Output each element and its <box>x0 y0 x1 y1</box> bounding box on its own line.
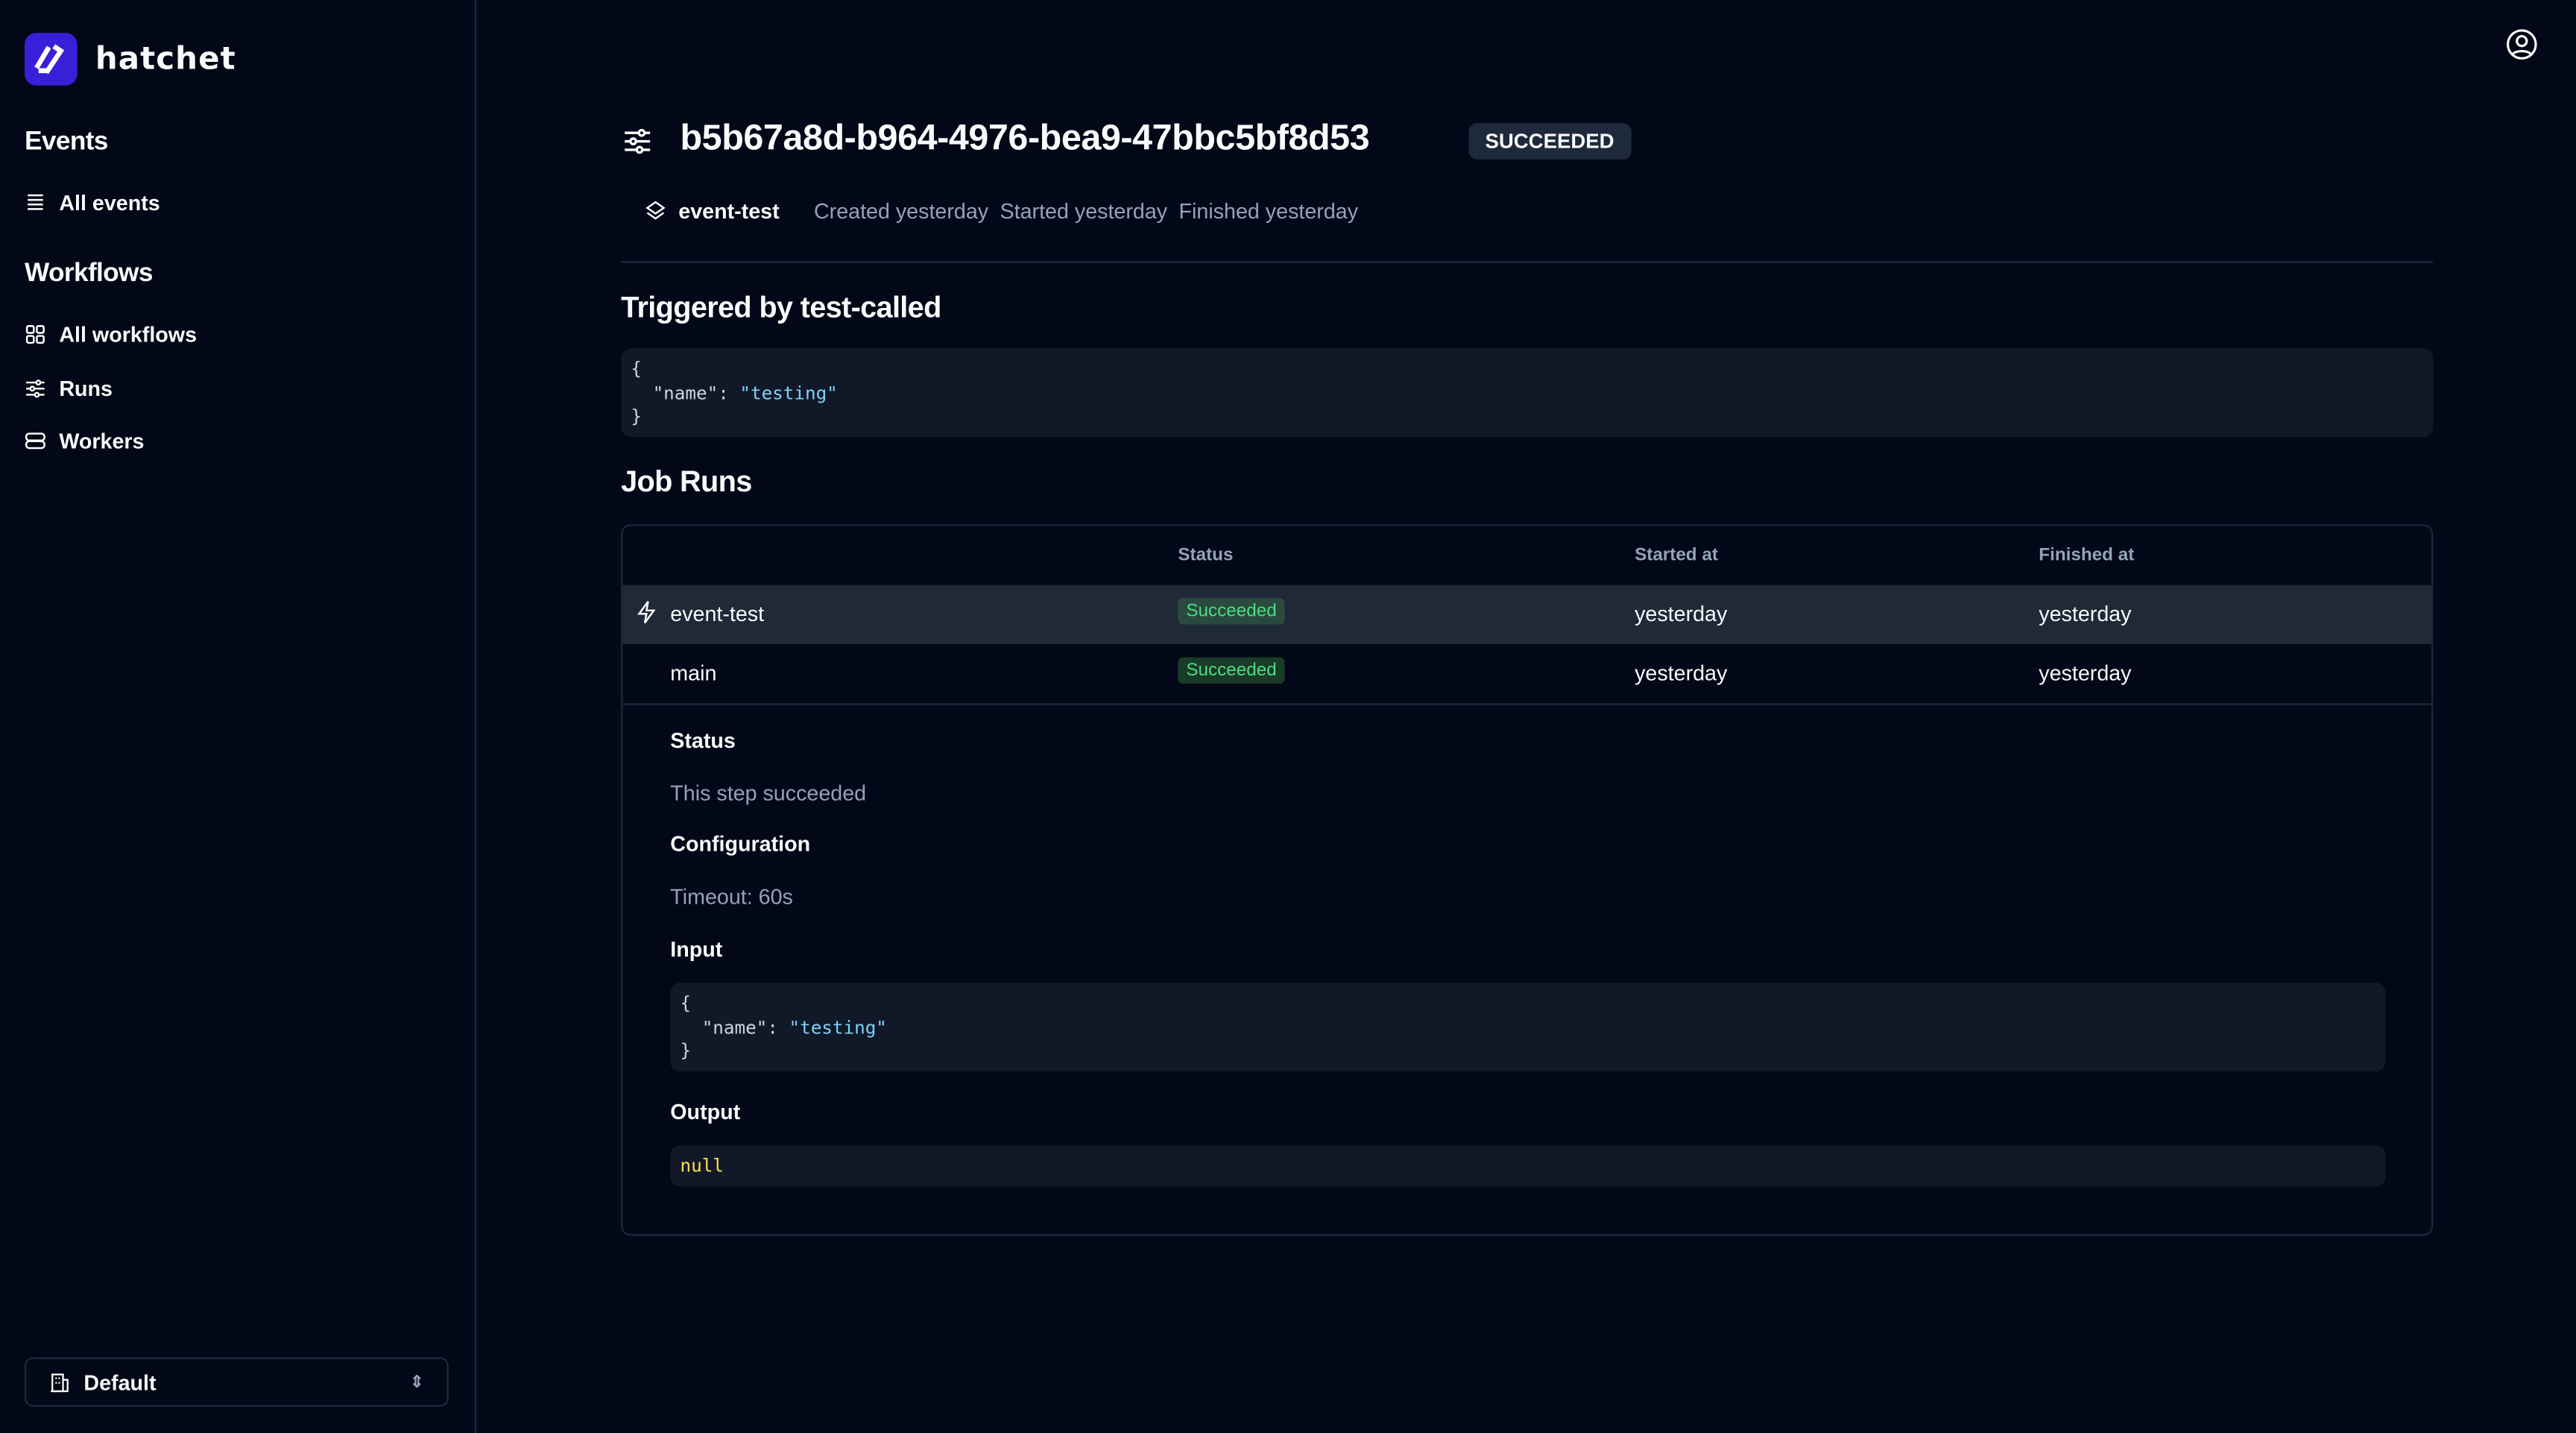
table-row[interactable]: event-test Succeeded yesterday yesterday <box>622 585 2432 645</box>
finished-time: Finished yesterday <box>1178 198 1359 224</box>
sidebar-item-label: Runs <box>59 375 113 400</box>
workflow-link[interactable]: event-test <box>678 199 779 224</box>
sidebar: hatchet Events All events Workflows All … <box>0 0 477 1433</box>
finished-at: yesterday <box>2039 661 2132 686</box>
sliders-icon <box>625 128 651 154</box>
run-meta: event-test Created yesterday Started yes… <box>644 199 1358 224</box>
job-runs-title: Job Runs <box>621 464 752 498</box>
job-name: main <box>670 661 717 686</box>
output-label: Output <box>670 1099 741 1124</box>
started-at: yesterday <box>1635 661 1728 686</box>
divider <box>621 261 2434 263</box>
sidebar-item-all-workflows[interactable]: All workflows <box>25 317 197 350</box>
page-title: b5b67a8d-b964-4976-bea9-47bbc5bf8d53 <box>680 116 1370 158</box>
input-label: Input <box>670 936 723 962</box>
chevrons-up-down-icon: ⇕ <box>410 1373 424 1391</box>
step-status-label: Status <box>670 728 736 753</box>
zap-icon <box>636 599 657 629</box>
hatchet-logo[interactable] <box>25 33 78 86</box>
column-status: Status <box>1178 545 1234 566</box>
sliders-icon <box>26 379 45 397</box>
json-key: "name" <box>652 382 719 404</box>
status-pill: Succeeded <box>1178 657 1285 684</box>
status-badge: SUCCEEDED <box>1468 123 1631 160</box>
started-at: yesterday <box>1635 601 1728 626</box>
list-icon <box>28 193 43 210</box>
sidebar-item-all-events[interactable]: All events <box>25 186 160 218</box>
json-value: "testing" <box>789 1016 887 1038</box>
timeout-text: Timeout: 60s <box>670 884 793 909</box>
sidebar-item-label: All workflows <box>59 321 198 346</box>
server-icon <box>25 432 45 449</box>
table-row[interactable]: main Succeeded yesterday yesterday <box>622 644 2432 705</box>
job-runs-table: Status Started at Finished at event-test… <box>621 524 2434 1236</box>
section-events-title: Events <box>25 127 108 157</box>
sidebar-item-label: Workers <box>59 428 145 453</box>
step-status-text: This step succeeded <box>670 780 867 806</box>
json-key: "name" <box>701 1016 768 1038</box>
trigger-payload: { "name": "testing" } <box>621 348 2434 438</box>
user-account-button[interactable] <box>2505 28 2538 69</box>
input-payload: { "name": "testing" } <box>670 983 2386 1072</box>
section-workflows-title: Workflows <box>25 259 153 288</box>
building-icon <box>51 1373 69 1392</box>
started-time: Started yesterday <box>1000 198 1168 224</box>
finished-at: yesterday <box>2039 601 2132 626</box>
output-value: null <box>680 1155 724 1177</box>
tenant-switcher[interactable]: Default ⇕ <box>25 1357 449 1407</box>
status-pill: Succeeded <box>1178 598 1285 625</box>
created-time: Created yesterday <box>813 198 989 224</box>
sidebar-item-workers[interactable]: Workers <box>25 424 145 457</box>
configuration-label: Configuration <box>670 831 811 857</box>
sidebar-item-runs[interactable]: Runs <box>25 371 113 404</box>
column-finished-at: Finished at <box>2039 545 2135 566</box>
output-payload: null <box>670 1145 2386 1187</box>
layers-icon <box>645 200 666 219</box>
column-started-at: Started at <box>1635 545 1718 566</box>
grid-icon <box>25 324 45 343</box>
run-icon <box>622 127 652 165</box>
brand-name: hatchet <box>95 41 236 78</box>
json-value: "testing" <box>739 382 838 404</box>
job-name: event-test <box>670 601 765 626</box>
trigger-title: Triggered by test-called <box>621 291 941 324</box>
tenant-name: Default <box>83 1370 157 1395</box>
user-circle-icon <box>2507 29 2537 60</box>
sidebar-item-label: All events <box>59 189 160 215</box>
